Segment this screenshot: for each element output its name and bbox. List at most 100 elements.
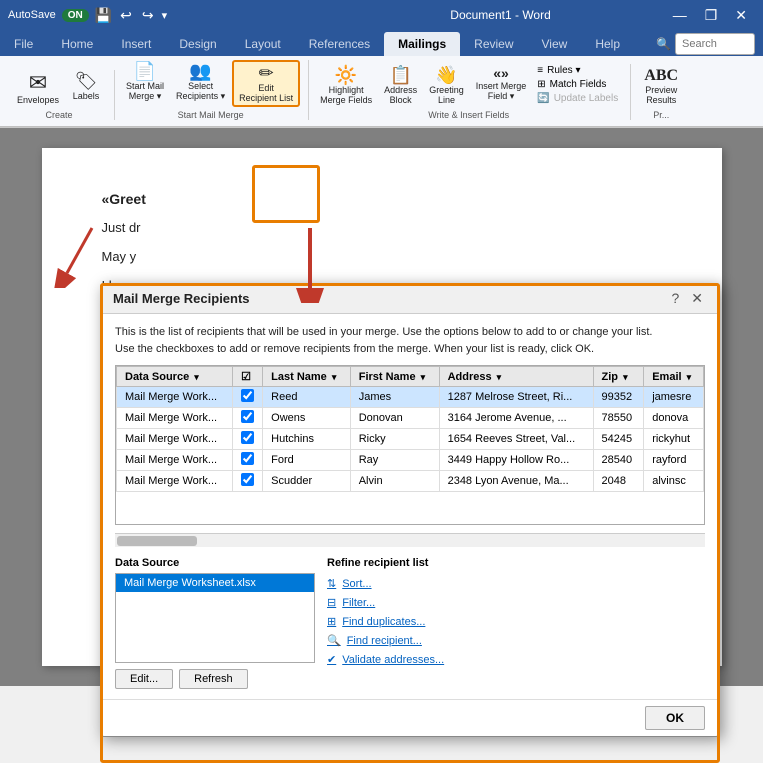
preview-results-button[interactable]: ABC PreviewResults xyxy=(639,66,683,107)
tab-file[interactable]: File xyxy=(0,32,47,56)
match-fields-button[interactable]: ⊞ Match Fields xyxy=(533,78,622,91)
edit-recipient-list-button[interactable]: ✏ EditRecipient List xyxy=(232,60,300,107)
minimize-btn[interactable]: — xyxy=(665,7,695,24)
cell-address: 2348 Lyon Avenue, Ma... xyxy=(439,471,593,492)
cell-data-source: Mail Merge Work... xyxy=(117,429,233,450)
cell-first-name: Ricky xyxy=(350,429,439,450)
restore-btn[interactable]: ❐ xyxy=(697,7,726,24)
search-input[interactable] xyxy=(675,33,755,55)
table-row[interactable]: Mail Merge Work... Ford Ray 3449 Happy H… xyxy=(117,450,704,471)
col-first-name[interactable]: First Name ▾ xyxy=(350,367,439,387)
dialog-title: Mail Merge Recipients xyxy=(113,291,250,306)
dialog-close-btn[interactable]: ✕ xyxy=(687,290,707,307)
envelopes-button[interactable]: ✉ Envelopes xyxy=(12,70,64,107)
tab-design[interactable]: Design xyxy=(165,32,230,56)
tab-review[interactable]: Review xyxy=(460,32,527,56)
cell-last-name: Hutchins xyxy=(263,429,351,450)
find-duplicates-label: Find duplicates... xyxy=(342,616,425,628)
validate-addresses-label: Validate addresses... xyxy=(342,654,444,666)
refresh-button[interactable]: Refresh xyxy=(179,669,248,689)
cell-checkbox[interactable] xyxy=(233,450,263,471)
recipients-icon: 👥 xyxy=(189,62,211,80)
table-row[interactable]: Mail Merge Work... Reed James 1287 Melro… xyxy=(117,387,704,408)
tab-mailings[interactable]: Mailings xyxy=(384,32,460,56)
sort-icon: ⇅ xyxy=(327,577,336,590)
cell-checkbox[interactable] xyxy=(233,471,263,492)
update-labels-button[interactable]: 🔄 Update Labels xyxy=(533,92,622,105)
labels-button[interactable]: 🏷 Labels xyxy=(66,70,106,107)
write-insert-group-label: Write & Insert Fields xyxy=(428,110,509,120)
address-block-icon: 📋 xyxy=(389,66,411,84)
cell-address: 3164 Jerome Avenue, ... xyxy=(439,408,593,429)
undo-btn[interactable]: ↩ xyxy=(120,7,132,24)
data-source-item[interactable]: Mail Merge Worksheet.xlsx xyxy=(116,574,314,592)
scrollbar-thumb xyxy=(117,536,197,546)
tab-help[interactable]: Help xyxy=(581,32,634,56)
preview-group-label: Pr... xyxy=(653,110,669,120)
tab-home[interactable]: Home xyxy=(47,32,107,56)
mail-merge-buttons: 📄 Start MailMerge ▾ 👥 SelectRecipients ▾… xyxy=(121,60,300,107)
autosave-label: AutoSave xyxy=(8,9,56,21)
tab-view[interactable]: View xyxy=(528,32,582,56)
validate-addresses-link[interactable]: ✔ Validate addresses... xyxy=(327,653,705,666)
cell-checkbox[interactable] xyxy=(233,429,263,450)
cell-first-name: Ray xyxy=(350,450,439,471)
greeting-line-button[interactable]: 👋 GreetingLine xyxy=(424,64,469,107)
ok-button[interactable]: OK xyxy=(645,706,705,730)
cell-email: donova xyxy=(644,408,704,429)
refine-section: Refine recipient list ⇅ Sort... ⊟ Filter… xyxy=(327,557,705,689)
rules-button[interactable]: ≡ Rules ▾ xyxy=(533,64,622,77)
insert-merge-field-button[interactable]: «» Insert MergeField ▾ xyxy=(471,64,532,107)
window-controls: — ❐ ✕ xyxy=(665,7,755,24)
col-address[interactable]: Address ▾ xyxy=(439,367,593,387)
customize-btn[interactable]: ▾ xyxy=(162,9,168,22)
cell-data-source: Mail Merge Work... xyxy=(117,471,233,492)
tab-layout[interactable]: Layout xyxy=(231,32,295,56)
table-header-row: Data Source ▾ ☑ Last Name ▾ First Name ▾… xyxy=(117,367,704,387)
col-last-name[interactable]: Last Name ▾ xyxy=(263,367,351,387)
table-row[interactable]: Mail Merge Work... Hutchins Ricky 1654 R… xyxy=(117,429,704,450)
col-email[interactable]: Email ▾ xyxy=(644,367,704,387)
tab-references[interactable]: References xyxy=(295,32,384,56)
table-row[interactable]: Mail Merge Work... Owens Donovan 3164 Je… xyxy=(117,408,704,429)
table-scrollbar[interactable] xyxy=(115,533,705,547)
cell-zip: 2048 xyxy=(593,471,644,492)
select-recipients-button[interactable]: 👥 SelectRecipients ▾ xyxy=(171,60,230,107)
dialog-help-btn[interactable]: ? xyxy=(667,290,683,307)
rules-icon: ≡ xyxy=(537,65,543,76)
filter-link[interactable]: ⊟ Filter... xyxy=(327,596,705,609)
find-duplicates-link[interactable]: ⊞ Find duplicates... xyxy=(327,615,705,628)
window-title: Document1 - Word xyxy=(336,8,664,22)
find-recipient-icon: 🔍 xyxy=(327,634,341,647)
label-icon: 🏷 xyxy=(75,72,98,90)
save-icon[interactable]: 💾 xyxy=(95,7,112,24)
close-btn[interactable]: ✕ xyxy=(727,7,755,24)
address-block-button[interactable]: 📋 AddressBlock xyxy=(379,64,422,107)
cell-checkbox[interactable] xyxy=(233,408,263,429)
data-source-list[interactable]: Mail Merge Worksheet.xlsx xyxy=(115,573,315,663)
update-labels-label: Update Labels xyxy=(554,93,619,104)
col-data-source[interactable]: Data Source ▾ xyxy=(117,367,233,387)
autosave-toggle[interactable]: ON xyxy=(62,9,89,22)
dialog-title-buttons: ? ✕ xyxy=(667,290,707,307)
filter-icon: ⊟ xyxy=(327,596,336,609)
dialog-footer: OK xyxy=(101,699,719,736)
data-source-buttons: Edit... Refresh xyxy=(115,669,315,689)
table-row[interactable]: Mail Merge Work... Scudder Alvin 2348 Ly… xyxy=(117,471,704,492)
document-area: «Greet Just dr May y I hope Love, Miles … xyxy=(0,128,763,686)
recipients-table-wrapper[interactable]: Data Source ▾ ☑ Last Name ▾ First Name ▾… xyxy=(115,365,705,525)
find-recipient-label: Find recipient... xyxy=(347,635,422,647)
cell-zip: 54245 xyxy=(593,429,644,450)
edit-button[interactable]: Edit... xyxy=(115,669,173,689)
start-mail-merge-button[interactable]: 📄 Start MailMerge ▾ xyxy=(121,60,169,107)
redo-btn[interactable]: ↪ xyxy=(142,7,154,24)
highlight-merge-fields-button[interactable]: 🔆 HighlightMerge Fields xyxy=(315,64,377,107)
tab-insert[interactable]: Insert xyxy=(107,32,165,56)
col-zip[interactable]: Zip ▾ xyxy=(593,367,644,387)
select-recipients-label: SelectRecipients ▾ xyxy=(176,81,225,102)
find-recipient-link[interactable]: 🔍 Find recipient... xyxy=(327,634,705,647)
sort-link[interactable]: ⇅ Sort... xyxy=(327,577,705,590)
cell-checkbox[interactable] xyxy=(233,387,263,408)
dialog-description: This is the list of recipients that will… xyxy=(115,324,705,357)
data-source-label: Data Source xyxy=(115,557,315,569)
